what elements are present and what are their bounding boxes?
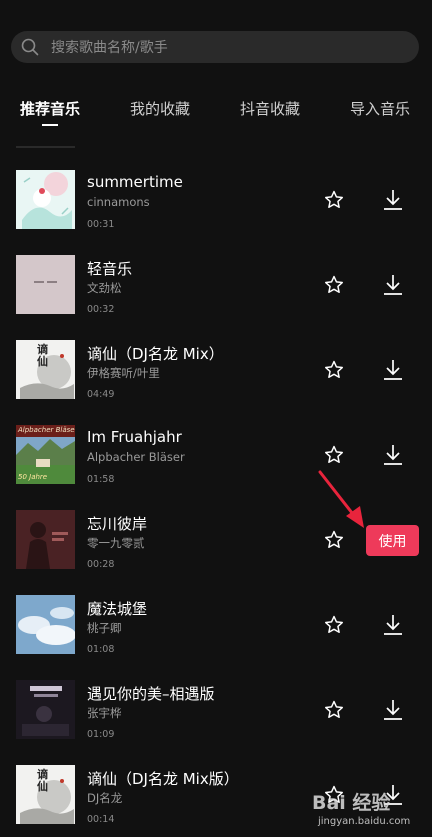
star-icon[interactable] (323, 529, 345, 551)
song-duration: 00:14 (87, 814, 115, 825)
star-icon[interactable] (323, 189, 345, 211)
search-icon (21, 38, 39, 56)
song-title: 谪仙（DJ名龙 Mix版） (87, 770, 239, 788)
album-cover: 谪仙 (16, 765, 75, 824)
song-row[interactable]: 轻音乐 文劲松 00:32 (0, 225, 432, 315)
song-artist: 文劲松 (87, 281, 122, 295)
cover-art-text: 谪仙 (37, 343, 48, 368)
star-icon[interactable] (323, 444, 345, 466)
download-icon[interactable] (382, 443, 404, 467)
album-cover (16, 510, 75, 569)
watermark-brand: Bai 经验 (312, 792, 391, 814)
album-cover (16, 595, 75, 654)
tab-import-music[interactable]: 导入音乐 (350, 98, 410, 119)
song-row[interactable]: 遇见你的美–相遇版 张宇桦 01:09 (0, 650, 432, 740)
baidu-watermark: Bai 经验 jingyan.baidu.com (312, 786, 430, 834)
download-icon[interactable] (382, 273, 404, 297)
song-title: 魔法城堡 (87, 600, 148, 618)
song-artist: 桃子卿 (87, 621, 122, 635)
album-cover (16, 255, 75, 314)
star-icon[interactable] (323, 274, 345, 296)
cover-art-text: 谪仙 (37, 768, 48, 793)
album-cover (16, 680, 75, 739)
song-artist: 零一九零贰 (87, 536, 145, 550)
song-artist: DJ名龙 (87, 791, 123, 805)
song-artist: 伊格赛听/叶里 (87, 366, 160, 380)
song-artist: cinnamons (87, 195, 150, 209)
song-artist: 张宇桦 (87, 706, 122, 720)
tab-douyin-favorites[interactable]: 抖音收藏 (240, 98, 300, 119)
song-title: 谪仙（DJ名龙 Mix） (87, 345, 224, 363)
song-title: summertime (87, 173, 183, 191)
song-title: Im Fruahjahr (87, 428, 182, 446)
song-row[interactable]: 魔法城堡 桃子卿 01:08 (0, 565, 432, 655)
album-cover (16, 170, 75, 229)
song-title: 遇见你的美–相遇版 (87, 685, 215, 703)
album-cover: 谪仙 (16, 340, 75, 399)
song-title: 轻音乐 (87, 260, 133, 278)
download-icon[interactable] (382, 188, 404, 212)
cover-art-text: Alpbacher Bläser (18, 426, 75, 434)
annotation-arrow-icon (318, 470, 364, 528)
watermark-url: jingyan.baidu.com (318, 816, 411, 827)
search-input[interactable] (49, 31, 413, 65)
tab-recommended-music[interactable]: 推荐音乐 (20, 98, 80, 119)
star-icon[interactable] (323, 359, 345, 381)
download-icon[interactable] (382, 613, 404, 637)
album-cover: Alpbacher Bläser 50 Jahre (16, 425, 75, 484)
download-icon[interactable] (382, 698, 404, 722)
tab-bar: 推荐音乐 我的收藏 抖音收藏 导入音乐 (0, 90, 432, 134)
search-bar[interactable] (11, 31, 419, 65)
song-artist: Alpbacher Bläser (87, 450, 185, 464)
star-icon[interactable] (323, 699, 345, 721)
song-row[interactable]: summertime cinnamons 00:31 (0, 140, 432, 230)
download-icon[interactable] (382, 358, 404, 382)
active-tab-indicator (42, 124, 58, 126)
song-title: 忘川彼岸 (87, 515, 148, 533)
use-button[interactable]: 使用 (366, 525, 419, 556)
song-row[interactable]: 谪仙 谪仙（DJ名龙 Mix） 伊格赛听/叶里 04:49 (0, 310, 432, 400)
star-icon[interactable] (323, 614, 345, 636)
tab-my-favorites[interactable]: 我的收藏 (130, 98, 190, 119)
